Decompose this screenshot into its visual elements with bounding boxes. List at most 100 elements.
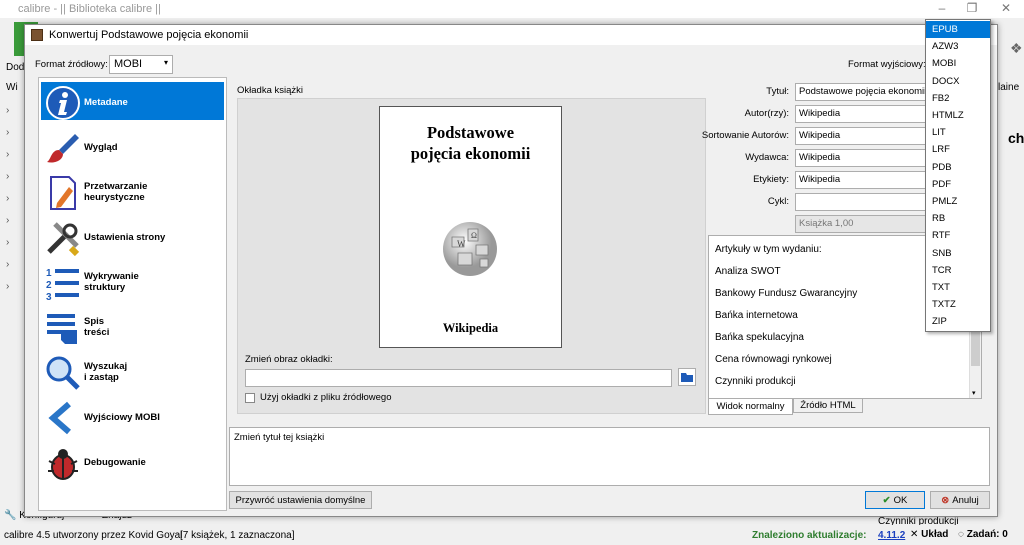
spinner-icon: ◌ bbox=[958, 529, 964, 540]
update-version-link[interactable]: 4.11.2 bbox=[878, 530, 905, 541]
cover-title: Podstawowe pojęcia ekonomii bbox=[410, 123, 531, 163]
use-source-cover-label: Użyj okładki z pliku źródłowego bbox=[260, 392, 392, 403]
status-bar: calibre 4.5 utworzony przez Kovid Goyal … bbox=[0, 525, 1024, 545]
info-icon bbox=[45, 85, 81, 121]
folder-icon bbox=[681, 373, 693, 382]
input-format-select[interactable]: MOBI ▾ bbox=[109, 55, 173, 74]
chevron-left-icon bbox=[45, 400, 81, 436]
numbered-list-icon: 123 bbox=[45, 265, 81, 303]
comment-line: Bankowy Fundusz Gwarancyjny bbox=[715, 288, 858, 299]
restore-defaults-button[interactable]: Przywróć ustawienia domyślne bbox=[229, 491, 372, 509]
sidebar-item-search-replace[interactable]: Wyszukaj i zastąp bbox=[39, 350, 226, 395]
format-option[interactable]: PDF bbox=[926, 176, 990, 193]
sidebar-item-label: Metadane bbox=[84, 97, 128, 108]
tag-browser-arrows[interactable]: › › › › › › › › › bbox=[6, 100, 20, 298]
sidebar-item-toc[interactable]: Spis treści bbox=[39, 305, 226, 350]
layout-icon: ✕ bbox=[910, 529, 919, 540]
cancel-button[interactable]: ⊗ Anuluj bbox=[930, 491, 990, 509]
magnifier-icon bbox=[45, 355, 81, 391]
format-option[interactable]: LIT bbox=[926, 124, 990, 141]
format-option[interactable]: RTF bbox=[926, 227, 990, 244]
calibre-book-icon bbox=[31, 29, 43, 41]
status-version: calibre 4.5 utworzony przez Kovid Goyal bbox=[4, 530, 183, 541]
author-sort-label: Sortowanie Autorów: bbox=[701, 130, 789, 141]
format-option[interactable]: TCR bbox=[926, 262, 990, 279]
format-option[interactable]: TXT bbox=[926, 279, 990, 296]
comment-line: Czynniki produkcji bbox=[715, 376, 796, 387]
sidebar-item-label: Wyjściowy MOBI bbox=[84, 412, 160, 423]
browse-folder-button[interactable] bbox=[678, 368, 696, 386]
document-pen-icon bbox=[45, 175, 81, 211]
format-option[interactable]: HTMLZ bbox=[926, 107, 990, 124]
format-option[interactable]: FB2 bbox=[926, 90, 990, 107]
cover-author: Wikipedia bbox=[442, 321, 499, 335]
cancel-x-icon: ⊗ bbox=[941, 495, 950, 506]
checkmark-icon: ✔ bbox=[882, 495, 891, 506]
format-option[interactable]: PDB bbox=[926, 159, 990, 176]
comment-line: Bańka internetowa bbox=[715, 310, 798, 321]
sidebar-item-label: Spis treści bbox=[84, 316, 110, 338]
toc-icon bbox=[45, 310, 81, 346]
help-text-box: Zmień tytuł tej książki bbox=[229, 427, 990, 486]
svg-text:1: 1 bbox=[46, 268, 52, 279]
sidebar-item-heuristics[interactable]: Przetwarzanie heurystyczne bbox=[39, 170, 226, 215]
layout-button[interactable]: ✕ Układ bbox=[910, 529, 948, 540]
tab-html-source[interactable]: Źródło HTML bbox=[793, 398, 863, 413]
format-option[interactable]: RB bbox=[926, 210, 990, 227]
sidebar-item-label: Wykrywanie struktury bbox=[84, 271, 139, 293]
format-option[interactable]: TXTZ bbox=[926, 296, 990, 313]
sidebar-item-mobi-output[interactable]: Wyjściowy MOBI bbox=[39, 395, 226, 440]
ok-button[interactable]: ✔ OK bbox=[865, 491, 925, 509]
paintbrush-icon bbox=[45, 130, 81, 166]
toolbar-view-label[interactable]: Wi bbox=[6, 82, 18, 93]
scrollbar-thumb[interactable] bbox=[971, 326, 980, 366]
format-option[interactable]: SNB bbox=[926, 245, 990, 262]
series-label: Cykl: bbox=[767, 196, 789, 207]
svg-text:2: 2 bbox=[46, 280, 52, 291]
sidebar-item-structure[interactable]: 123 Wykrywanie struktury bbox=[39, 260, 226, 305]
comment-line: Artykuły w tym wydaniu: bbox=[715, 244, 822, 255]
sidebar-item-page-setup[interactable]: Ustawienia strony bbox=[39, 215, 226, 260]
scroll-down-icon[interactable]: ▾ bbox=[972, 389, 976, 397]
title-label: Tytuł: bbox=[766, 86, 789, 97]
format-option[interactable]: DOCX bbox=[926, 73, 990, 90]
output-format-dropdown[interactable]: EPUB AZW3 MOBI DOCX FB2 HTMLZ LIT LRF PD… bbox=[925, 19, 991, 332]
main-title: calibre - || Biblioteka calibre || bbox=[0, 0, 1024, 18]
bug-icon bbox=[45, 445, 81, 481]
svg-text:Ω: Ω bbox=[471, 231, 477, 240]
sidebar-item-look[interactable]: Wygląd bbox=[39, 125, 226, 170]
book-icon: ❖ bbox=[1010, 40, 1023, 56]
tasks-indicator[interactable]: ◌ Zadań: 0 bbox=[958, 529, 1008, 540]
update-label: Znaleziono aktualizacje: bbox=[752, 530, 867, 541]
sidebar-item-label: Wygląd bbox=[84, 142, 118, 153]
use-source-cover-checkbox[interactable] bbox=[245, 393, 255, 403]
format-option[interactable]: ZIP bbox=[926, 313, 990, 330]
format-option[interactable]: AZW3 bbox=[926, 38, 990, 55]
output-format-label: Format wyjściowy: bbox=[848, 59, 926, 70]
svg-text:W: W bbox=[457, 239, 466, 249]
right-partial-label: laine bbox=[998, 82, 1020, 93]
minimize-button[interactable]: – bbox=[928, 0, 956, 18]
sidebar-item-label: Ustawienia strony bbox=[84, 232, 166, 243]
comment-line: Cena równowagi rynkowej bbox=[715, 354, 832, 365]
status-book-count: [7 książek, 1 zaznaczona] bbox=[180, 530, 295, 541]
publisher-label: Wydawca: bbox=[745, 152, 789, 163]
change-cover-label: Zmień obraz okładki: bbox=[245, 354, 333, 365]
restore-button[interactable]: ❐ bbox=[958, 0, 986, 18]
tools-icon bbox=[45, 220, 81, 257]
format-option[interactable]: PMLZ bbox=[926, 193, 990, 210]
sidebar-item-label: Wyszukaj i zastąp bbox=[84, 361, 128, 383]
conversion-sidebar: Metadane Wygląd Przetwarzanie heurystyczn… bbox=[38, 77, 227, 511]
cover-path-input[interactable] bbox=[245, 369, 672, 387]
tab-normal-view[interactable]: Widok normalny bbox=[708, 398, 793, 415]
comment-line: Analiza SWOT bbox=[715, 266, 781, 277]
cover-image: Podstawowe pojęcia ekonomii WΩ Wikipedia bbox=[379, 106, 562, 348]
chevron-down-icon: ▾ bbox=[163, 58, 168, 67]
sidebar-item-metadata[interactable]: Metadane bbox=[39, 80, 226, 125]
format-option[interactable]: LRF bbox=[926, 141, 990, 158]
comment-fragment: ch bbox=[1008, 130, 1024, 146]
sidebar-item-debug[interactable]: Debugowanie bbox=[39, 440, 226, 485]
close-button[interactable]: ✕ bbox=[992, 0, 1020, 18]
format-option[interactable]: EPUB bbox=[926, 21, 990, 39]
format-option[interactable]: MOBI bbox=[926, 55, 990, 72]
